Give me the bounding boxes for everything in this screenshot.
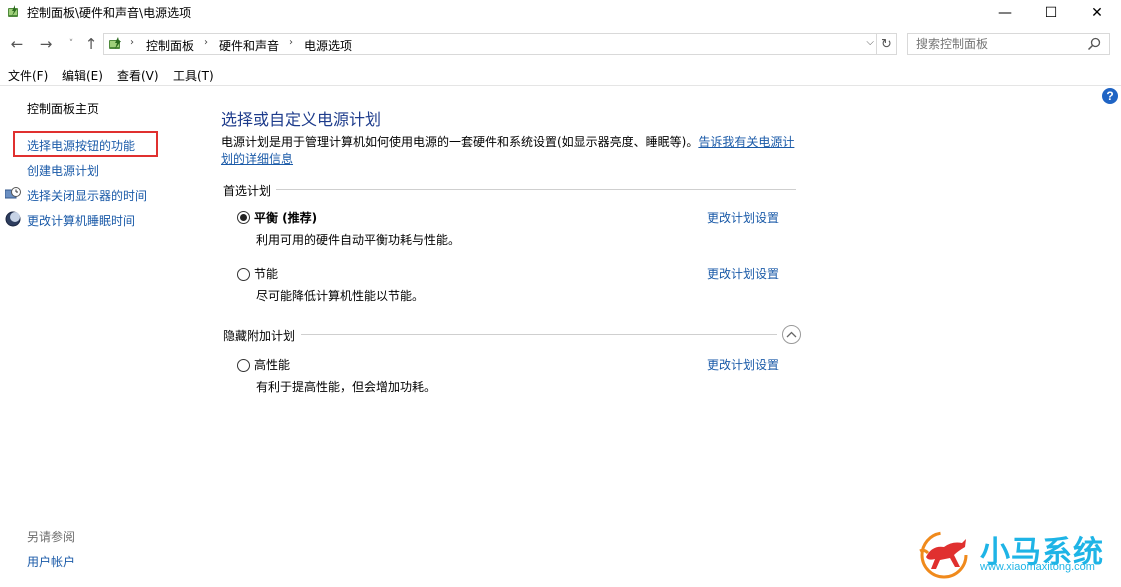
collapse-chevron-up-icon[interactable] xyxy=(782,325,801,344)
menu-file[interactable]: 文件(F) xyxy=(8,67,48,84)
window-title: 控制面板\硬件和声音\电源选项 xyxy=(27,6,192,20)
menu-bar: 文件(F) 编辑(E) 查看(V) 工具(T) xyxy=(0,64,1121,84)
high-performance-change-settings-link[interactable]: 更改计划设置 xyxy=(707,356,779,373)
power-saver-plan-radio[interactable] xyxy=(237,268,250,281)
horse-logo-icon xyxy=(919,531,968,579)
search-icon[interactable] xyxy=(1087,37,1101,51)
high-performance-plan-desc: 有利于提高性能，但会增加功耗。 xyxy=(256,380,437,394)
hidden-plans-divider xyxy=(301,334,777,335)
sleep-time-link[interactable]: 更改计算机睡眠时间 xyxy=(27,212,135,229)
power-saver-plan-desc: 尽可能降低计算机性能以节能。 xyxy=(256,289,425,303)
control-panel-icon xyxy=(108,36,124,52)
address-dropdown-icon[interactable]: ⌵ xyxy=(866,37,874,48)
title-bar: 控制面板\硬件和声音\电源选项 — ☐ ✕ xyxy=(0,0,1121,26)
display-off-time-link[interactable]: 选择关闭显示器的时间 xyxy=(27,187,147,204)
breadcrumb-separator[interactable]: › xyxy=(204,37,208,48)
create-power-plan-link[interactable]: 创建电源计划 xyxy=(27,162,99,179)
high-performance-plan-radio[interactable] xyxy=(237,359,250,372)
high-performance-plan-name[interactable]: 高性能 xyxy=(254,356,290,373)
page-description: 电源计划是用于管理计算机如何使用电源的一套硬件和系统设置(如显示器亮度、睡眠等)… xyxy=(221,134,801,168)
balanced-plan-radio[interactable] xyxy=(237,211,250,224)
moon-icon xyxy=(5,211,21,227)
preferred-plans-divider xyxy=(276,189,796,190)
menu-edit[interactable]: 编辑(E) xyxy=(62,67,103,84)
description-text: 电源计划是用于管理计算机如何使用电源的一套硬件和系统设置(如显示器亮度、睡眠等)… xyxy=(221,135,699,149)
balanced-change-settings-link[interactable]: 更改计划设置 xyxy=(707,209,779,226)
help-icon[interactable]: ? xyxy=(1102,88,1118,104)
menu-view[interactable]: 查看(V) xyxy=(117,67,159,84)
breadcrumb-power-options[interactable]: 电源选项 xyxy=(304,37,352,54)
recent-locations-chevron-icon[interactable]: ˅ xyxy=(62,33,80,55)
balanced-plan-name[interactable]: 平衡 (推荐) xyxy=(254,209,317,226)
control-panel-home-link[interactable]: 控制面板主页 xyxy=(27,100,99,117)
close-button[interactable]: ✕ xyxy=(1074,0,1120,26)
address-bar[interactable]: › 控制面板 › 硬件和声音 › 电源选项 ⌵ xyxy=(103,33,877,55)
preferred-plans-heading: 首选计划 xyxy=(223,184,272,198)
forward-arrow-icon[interactable]: → xyxy=(37,33,55,55)
user-accounts-link[interactable]: 用户帐户 xyxy=(27,553,75,570)
hidden-plans-heading: 隐藏附加计划 xyxy=(223,329,296,343)
breadcrumb-separator: › xyxy=(130,37,134,48)
watermark-logo: 小马系统 www.xiaomaxitong.com xyxy=(918,527,1118,583)
power-options-icon xyxy=(6,4,22,20)
refresh-button[interactable]: ↻ xyxy=(877,33,897,55)
maximize-button[interactable]: ☐ xyxy=(1028,0,1074,26)
menu-divider xyxy=(0,85,1121,86)
back-arrow-icon[interactable]: ← xyxy=(8,33,26,55)
power-saver-plan-name[interactable]: 节能 xyxy=(254,265,278,282)
up-arrow-icon[interactable]: ↑ xyxy=(82,33,100,55)
power-saver-change-settings-link[interactable]: 更改计划设置 xyxy=(707,265,779,282)
watermark-url: www.xiaomaxitong.com xyxy=(980,561,1095,573)
minimize-button[interactable]: — xyxy=(982,0,1028,26)
menu-tools[interactable]: 工具(T) xyxy=(173,67,214,84)
navigation-bar: ← → ˅ ↑ › 控制面板 › 硬件和声音 › 电源选项 ⌵ ↻ xyxy=(0,31,1121,57)
search-input[interactable] xyxy=(916,36,1086,52)
breadcrumb-hardware-sound[interactable]: 硬件和声音 xyxy=(219,37,279,54)
display-clock-icon xyxy=(4,186,21,202)
breadcrumb-separator[interactable]: › xyxy=(289,37,293,48)
breadcrumb-control-panel[interactable]: 控制面板 xyxy=(146,37,194,54)
search-box[interactable] xyxy=(907,33,1110,55)
balanced-plan-desc: 利用可用的硬件自动平衡功耗与性能。 xyxy=(256,233,461,247)
page-title: 选择或自定义电源计划 xyxy=(221,110,382,129)
see-also-heading: 另请参阅 xyxy=(27,530,76,544)
choose-power-button-link[interactable]: 选择电源按钮的功能 xyxy=(27,137,135,154)
